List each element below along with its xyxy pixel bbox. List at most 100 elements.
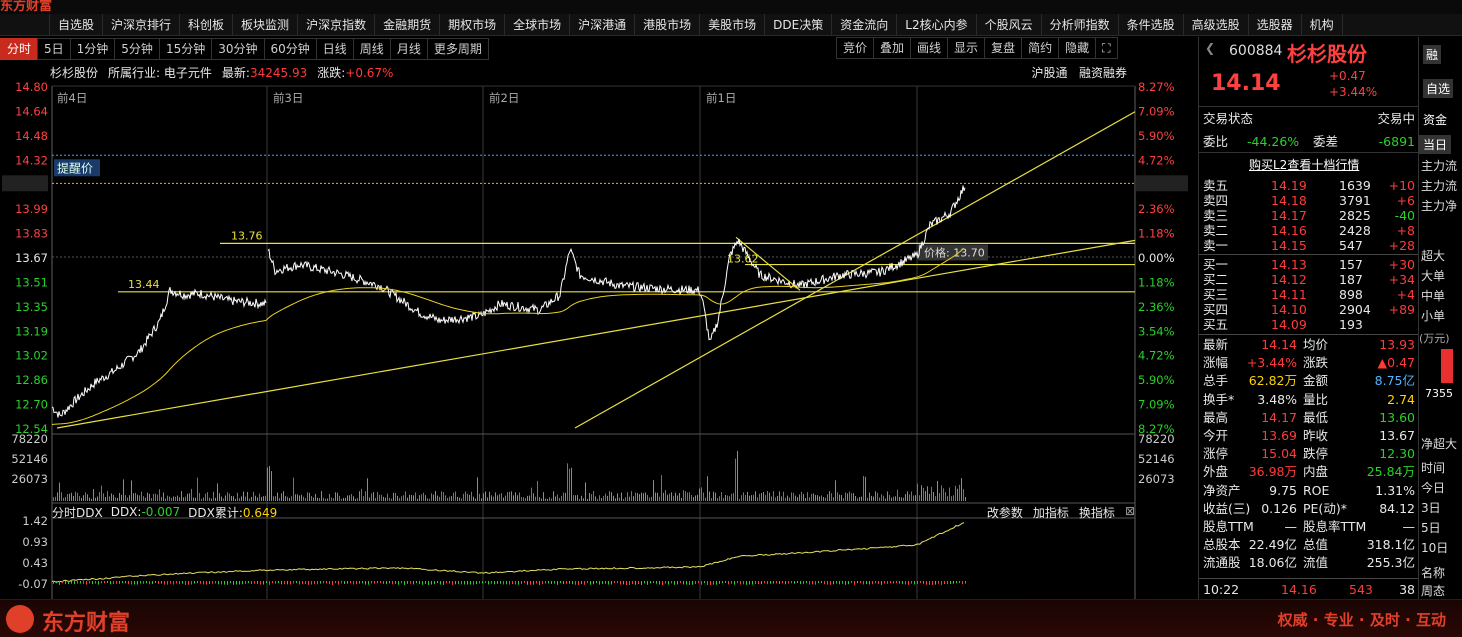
stat-value-2: 255.3亿 — [1366, 555, 1415, 571]
volume-bar — [203, 497, 204, 501]
period-tab[interactable]: 周线 — [352, 38, 391, 60]
capital-tab[interactable]: 资金 — [1423, 111, 1447, 128]
period-tab[interactable]: 5分钟 — [114, 38, 160, 60]
bid-change: +30 — [1388, 257, 1415, 272]
ddx-bar — [590, 581, 591, 585]
fullscreen-icon[interactable]: ⛶ — [1095, 37, 1118, 59]
menu-item[interactable]: 板块监测 — [233, 14, 299, 35]
pct-tick: 7.09% — [1138, 104, 1175, 118]
chart-tool-button[interactable]: 隐藏 — [1058, 37, 1097, 59]
volume-bar — [233, 496, 234, 501]
volume-bar — [655, 492, 656, 501]
menu-item[interactable]: DDE决策 — [765, 14, 833, 35]
ddx-bar — [296, 581, 297, 584]
ddx-bar — [704, 581, 705, 584]
menu-item[interactable]: 资金流向 — [832, 14, 898, 35]
menu-item[interactable]: L2核心内参 — [897, 14, 977, 35]
menu-item[interactable]: 港股市场 — [635, 14, 701, 35]
period-tab[interactable]: 分时 — [0, 38, 39, 60]
price-tick: 12.70 — [15, 398, 48, 412]
switch-indicator-link[interactable]: 换指标 — [1079, 504, 1115, 521]
volume-bar — [903, 497, 904, 501]
today-tab[interactable]: 当日 — [1419, 135, 1452, 154]
divider — [1199, 152, 1419, 153]
period-tab[interactable]: 日线 — [315, 38, 354, 60]
margin-button[interactable]: 融 — [1423, 45, 1442, 64]
day-range-item[interactable]: 今日 — [1421, 479, 1445, 496]
hk-connect-link[interactable]: 沪股通 — [1032, 66, 1068, 80]
menu-item[interactable]: 沪深港通 — [570, 14, 636, 35]
chart-tool-button[interactable]: 复盘 — [984, 37, 1023, 59]
ddx-bar — [710, 581, 711, 585]
tick-price: 14.16 — [1281, 582, 1317, 597]
watchlist-button[interactable]: 自选 — [1423, 79, 1454, 98]
ddx-bar — [716, 581, 717, 585]
menu-item[interactable]: 沪深京排行 — [103, 14, 181, 35]
menu-item[interactable]: 自选股 — [50, 14, 104, 35]
period-tab[interactable]: 月线 — [389, 38, 428, 60]
menu-item[interactable]: 期权市场 — [440, 14, 506, 35]
period-tab[interactable]: 5日 — [37, 38, 71, 60]
ddx-bar — [365, 581, 366, 585]
chart-tool-button[interactable]: 竞价 — [836, 37, 875, 59]
volume-bar — [893, 496, 894, 501]
change-param-link[interactable]: 改参数 — [987, 504, 1023, 521]
stat-row: 外盘 36.98万 内盘 25.84万 — [1199, 464, 1419, 479]
volume-bar — [847, 493, 848, 501]
chart-tool-button[interactable]: 叠加 — [873, 37, 912, 59]
volume-bar — [741, 495, 742, 501]
ddx-bar — [680, 581, 681, 584]
menu-item[interactable]: 个股风云 — [977, 14, 1042, 35]
ddx-bar — [674, 581, 675, 585]
menu-item[interactable]: 机构 — [1302, 14, 1343, 35]
day-range-item[interactable]: 5日 — [1421, 519, 1441, 536]
volume-bar — [399, 498, 400, 501]
menu-item[interactable]: 科创板 — [180, 14, 234, 35]
period-tab[interactable]: 1分钟 — [69, 38, 116, 60]
ddx-bar — [857, 581, 858, 584]
period-tab[interactable]: 更多周期 — [426, 38, 489, 60]
menu-item[interactable]: 美股市场 — [700, 14, 766, 35]
ddx-bar — [767, 581, 768, 585]
menu-item[interactable]: 选股器 — [1249, 14, 1302, 35]
l2-buy-link[interactable]: 购买L2查看十档行情 — [1249, 156, 1359, 173]
chart-tool-button[interactable]: 简约 — [1021, 37, 1060, 59]
volume-bar — [443, 492, 444, 501]
ddx-bar — [938, 581, 939, 584]
close-icon[interactable]: ⊠ — [1125, 504, 1135, 521]
stat-label-2: 涨跌 — [1303, 355, 1329, 371]
menu-item[interactable]: 全球市场 — [505, 14, 571, 35]
ddx-bar — [236, 581, 237, 585]
volume-bar — [639, 494, 640, 501]
period-tab[interactable]: 30分钟 — [211, 38, 265, 60]
industry-value[interactable]: 电子元件 — [164, 66, 212, 80]
volume-bar — [715, 492, 716, 501]
margin-link[interactable]: 融资融券 — [1079, 66, 1127, 80]
chart-tool-button[interactable]: 画线 — [910, 37, 949, 59]
period-tab[interactable]: 60分钟 — [263, 38, 317, 60]
menu-item[interactable]: 沪深京指数 — [298, 14, 376, 35]
volume-bar — [325, 498, 326, 501]
prev-stock-icon[interactable]: ❮ — [1205, 41, 1215, 55]
menu-item[interactable]: 分析师指数 — [1042, 14, 1119, 35]
ddx-bar — [761, 581, 762, 585]
intraday-chart[interactable]: 14.8014.6414.4814.3214.1413.9913.8313.67… — [0, 82, 1195, 599]
day-range-item[interactable]: 3日 — [1421, 499, 1441, 516]
ddx-bar — [68, 581, 69, 584]
menu-item[interactable]: 条件选股 — [1119, 14, 1184, 35]
chart-tool-button[interactable]: 显示 — [947, 37, 986, 59]
price-tick: 13.99 — [15, 202, 48, 216]
ddx-bar — [362, 581, 363, 584]
volume-bar — [617, 493, 618, 501]
period-tab[interactable]: 15分钟 — [158, 38, 213, 60]
volume-bar — [519, 492, 520, 501]
stat-row: 收益(三) 0.126 PE(动)* 84.12 — [1199, 501, 1419, 516]
menu-item[interactable]: 高级选股 — [1184, 14, 1249, 35]
add-indicator-link[interactable]: 加指标 — [1033, 504, 1069, 521]
day-range-item[interactable]: 10日 — [1421, 539, 1448, 556]
menu-item[interactable]: 金融期货 — [375, 14, 441, 35]
ddx-bar — [842, 581, 843, 584]
volume-bar — [297, 494, 298, 501]
ddx-bar — [488, 581, 489, 585]
ddx-bar — [881, 581, 882, 585]
